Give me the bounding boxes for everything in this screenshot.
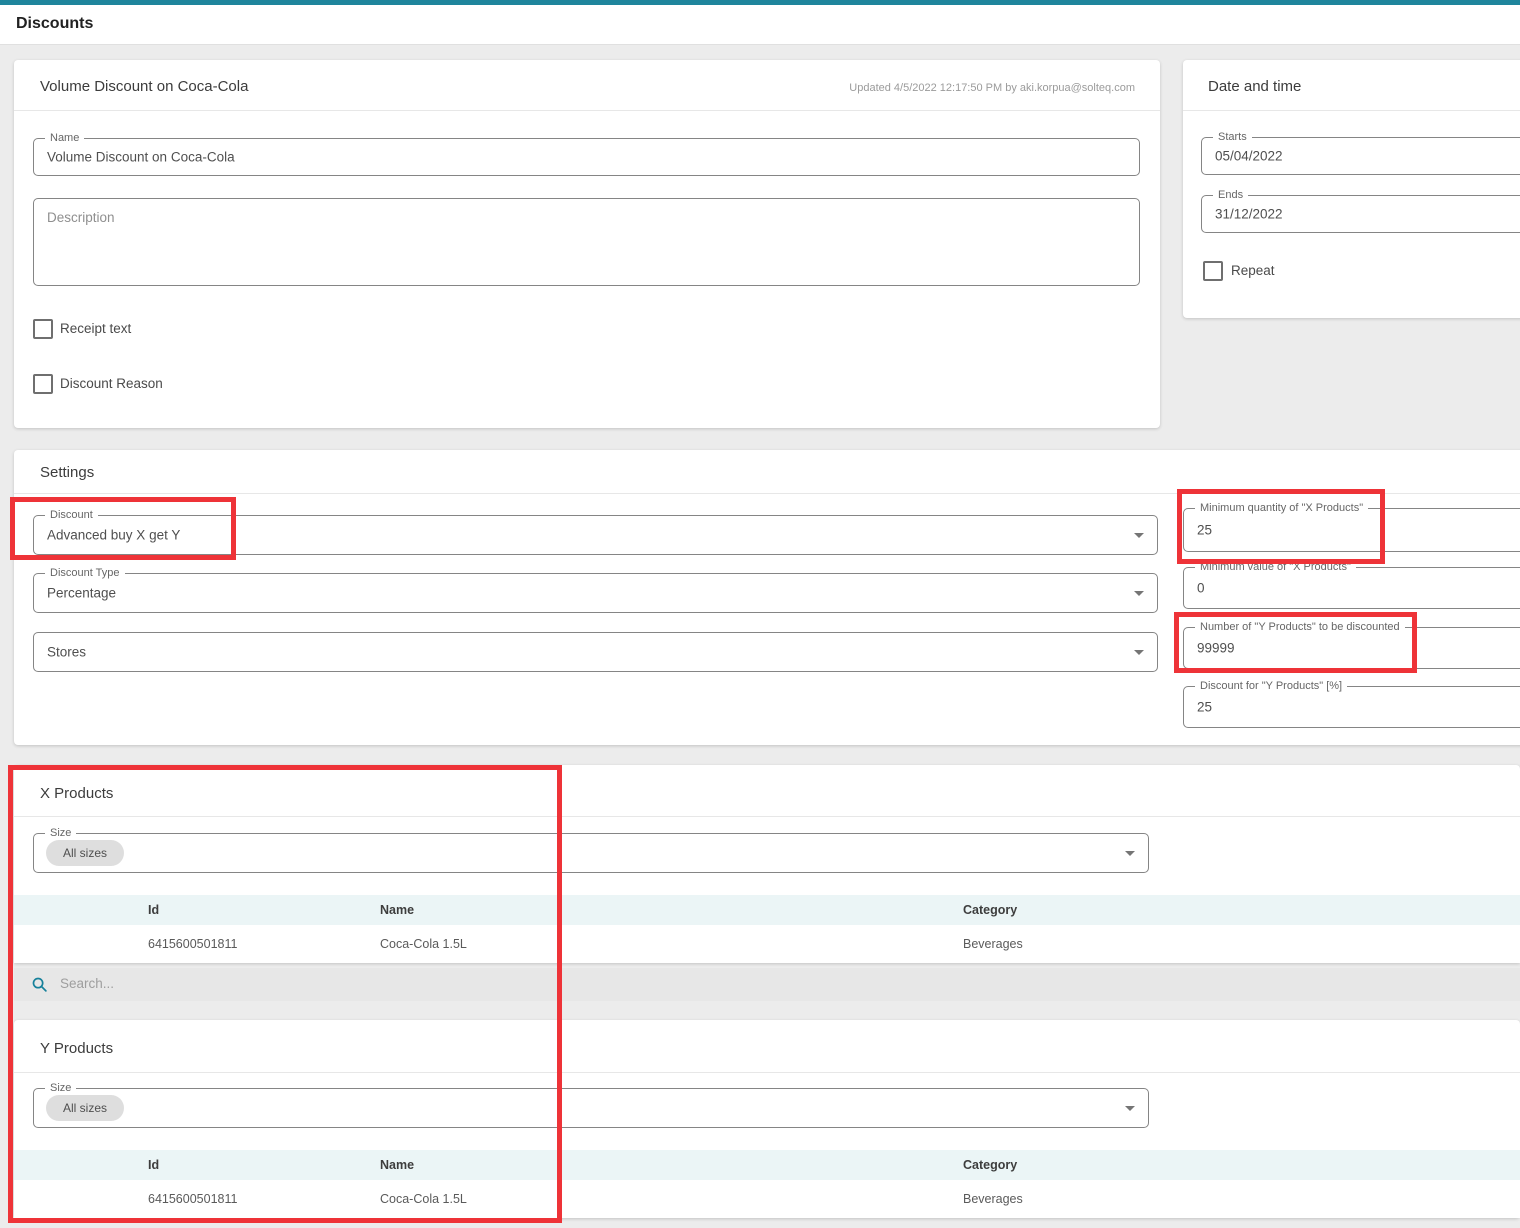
discount-y-pct-label: Discount for "Y Products" [%]: [1195, 680, 1347, 693]
x-size-select[interactable]: Size All sizes: [33, 833, 1149, 873]
ends-value: 31/12/2022: [1215, 207, 1283, 222]
y-size-select[interactable]: Size All sizes: [33, 1088, 1149, 1128]
y-size-label: Size: [45, 1082, 76, 1095]
stores-select[interactable]: Stores: [33, 632, 1158, 672]
card-title: Settings: [40, 464, 94, 481]
y-table-header: Id Name Category: [14, 1150, 1520, 1180]
discount-type-value: Percentage: [47, 586, 116, 601]
table-row[interactable]: 6415600501811 Coca-Cola 1.5L Beverages: [14, 1180, 1520, 1218]
product-search-input[interactable]: Search...: [14, 968, 1520, 1001]
discount-select[interactable]: Discount Advanced buy X get Y: [33, 515, 1158, 555]
column-header-id: Id: [148, 903, 159, 917]
discount-detail-card: Volume Discount on Coca-Cola Updated 4/5…: [14, 60, 1160, 428]
discount-y-pct-value: 25: [1197, 700, 1212, 715]
starts-label: Starts: [1213, 131, 1252, 144]
ends-label: Ends: [1213, 189, 1248, 202]
search-placeholder: Search...: [60, 976, 114, 991]
cell-name: Coca-Cola 1.5L: [380, 1192, 467, 1206]
all-sizes-chip[interactable]: All sizes: [46, 1095, 124, 1121]
min-value-x-label: Minimum value of "X Products": [1195, 561, 1356, 574]
cell-id: 6415600501811: [148, 937, 237, 951]
discount-reason-label: Discount Reason: [60, 376, 163, 391]
discount-type-label: Discount Type: [45, 567, 125, 580]
column-header-category: Category: [963, 1158, 1017, 1172]
cell-category: Beverages: [963, 1192, 1023, 1206]
all-sizes-chip[interactable]: All sizes: [46, 840, 124, 866]
name-input-value: Volume Discount on Coca-Cola: [47, 150, 235, 165]
datetime-card: Date and time Starts 05/04/2022 Ends 31/…: [1183, 60, 1520, 318]
discount-type-select[interactable]: Discount Type Percentage: [33, 573, 1158, 613]
name-input[interactable]: Name Volume Discount on Coca-Cola: [33, 138, 1140, 176]
ends-date-input[interactable]: Ends 31/12/2022: [1201, 195, 1520, 233]
x-size-label: Size: [45, 827, 76, 840]
table-row[interactable]: 6415600501811 Coca-Cola 1.5L Beverages: [14, 925, 1520, 963]
column-header-name: Name: [380, 903, 414, 917]
min-value-x-value: 0: [1197, 581, 1205, 596]
page-title: Discounts: [16, 15, 93, 33]
card-title: Y Products: [40, 1040, 113, 1057]
min-quantity-x-input[interactable]: Minimum quantity of "X Products" 25: [1183, 508, 1520, 552]
y-products-card: Y Products Size All sizes Id Name Catego…: [14, 1020, 1520, 1218]
min-quantity-x-label: Minimum quantity of "X Products": [1195, 502, 1368, 515]
chevron-down-icon: [1125, 1106, 1135, 1111]
chevron-down-icon: [1125, 851, 1135, 856]
stores-placeholder: Stores: [47, 645, 86, 660]
discount-select-label: Discount: [45, 509, 98, 522]
starts-value: 05/04/2022: [1215, 149, 1283, 164]
cell-category: Beverages: [963, 937, 1023, 951]
divider: [14, 493, 1520, 494]
description-textarea[interactable]: Description: [33, 198, 1140, 286]
cell-id: 6415600501811: [148, 1192, 237, 1206]
card-title: X Products: [40, 785, 113, 802]
cell-name: Coca-Cola 1.5L: [380, 937, 467, 951]
receipt-text-label: Receipt text: [60, 321, 131, 336]
repeat-label: Repeat: [1231, 263, 1275, 278]
discounts-page: Discounts Volume Discount on Coca-Cola U…: [0, 0, 1520, 1228]
x-products-card: X Products Size All sizes Id Name Catego…: [14, 765, 1520, 963]
min-quantity-x-value: 25: [1197, 523, 1212, 538]
min-value-x-input[interactable]: Minimum value of "X Products" 0: [1183, 567, 1520, 609]
x-table-header: Id Name Category: [14, 895, 1520, 925]
divider: [14, 816, 1520, 817]
num-y-discounted-input[interactable]: Number of "Y Products" to be discounted …: [1183, 627, 1520, 669]
settings-card: Settings Discount Advanced buy X get Y D…: [14, 450, 1520, 745]
app-header: Discounts: [0, 5, 1520, 45]
chevron-down-icon: [1134, 591, 1144, 596]
card-title: Date and time: [1208, 78, 1301, 95]
discount-reason-checkbox[interactable]: [33, 374, 53, 394]
repeat-checkbox[interactable]: [1203, 261, 1223, 281]
chevron-down-icon: [1134, 650, 1144, 655]
name-input-label: Name: [45, 132, 84, 145]
search-icon: [31, 976, 48, 993]
receipt-text-checkbox[interactable]: [33, 319, 53, 339]
column-header-name: Name: [380, 1158, 414, 1172]
divider: [1183, 110, 1520, 111]
discount-select-value: Advanced buy X get Y: [47, 528, 180, 543]
divider: [14, 1072, 1520, 1073]
chevron-down-icon: [1134, 533, 1144, 538]
discount-y-pct-input[interactable]: Discount for "Y Products" [%] 25: [1183, 686, 1520, 728]
column-header-id: Id: [148, 1158, 159, 1172]
updated-info: Updated 4/5/2022 12:17:50 PM by aki.korp…: [849, 82, 1135, 94]
description-placeholder: Description: [47, 210, 115, 225]
card-title: Volume Discount on Coca-Cola: [40, 78, 248, 95]
column-header-category: Category: [963, 903, 1017, 917]
starts-date-input[interactable]: Starts 05/04/2022: [1201, 137, 1520, 175]
num-y-discounted-label: Number of "Y Products" to be discounted: [1195, 621, 1405, 634]
divider: [14, 110, 1160, 111]
num-y-discounted-value: 99999: [1197, 641, 1235, 656]
